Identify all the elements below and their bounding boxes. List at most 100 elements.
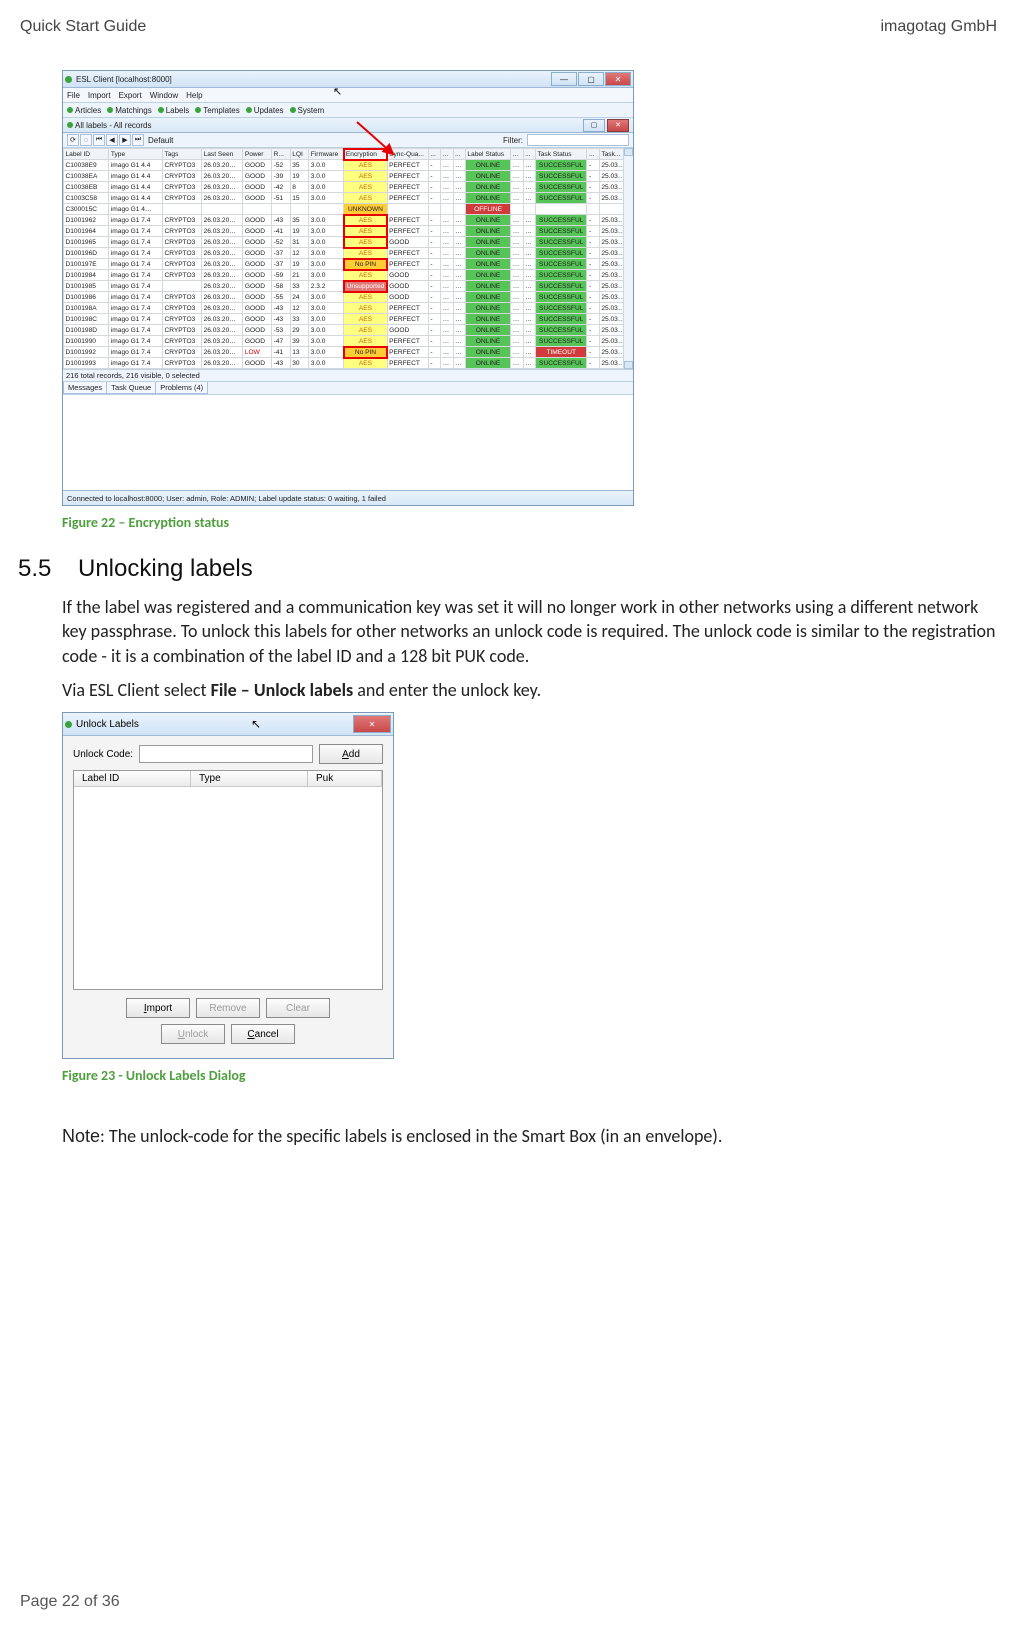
col-firmware[interactable]: Firmware bbox=[309, 149, 344, 160]
unlock-button[interactable]: Unlock bbox=[161, 1024, 225, 1044]
menu-window[interactable]: Window bbox=[150, 91, 178, 100]
unlock-code-input[interactable] bbox=[139, 745, 313, 763]
menu-file[interactable]: File bbox=[67, 91, 80, 100]
table-row[interactable]: D1001965imago G1 7.4CRYPTO326.03.20…GOOD… bbox=[64, 237, 633, 248]
dot-icon bbox=[67, 122, 73, 128]
menu-export[interactable]: Export bbox=[119, 91, 142, 100]
view-close-button[interactable]: ✕ bbox=[607, 119, 629, 132]
table-row[interactable]: D1001993imago G1 7.4CRYPTO326.03.20…GOOD… bbox=[64, 358, 633, 369]
remove-button[interactable]: Remove bbox=[196, 998, 260, 1018]
dialog-titlebar[interactable]: Unlock Labels ↖ ✕ bbox=[63, 713, 393, 736]
labels-table[interactable]: Label IDTypeTagsLast SeenPowerR...LQIFir… bbox=[63, 148, 633, 369]
table-row[interactable]: D1001985imago G1 7.426.03.20…GOOD-58332.… bbox=[64, 281, 633, 292]
status-footer: Connected to localhost:8000; User: admin… bbox=[63, 490, 633, 505]
vertical-scrollbar[interactable] bbox=[623, 148, 633, 369]
col-lqi[interactable]: LQI bbox=[290, 149, 309, 160]
text: dd bbox=[349, 749, 360, 760]
note-paragraph: Note: The unlock-code for the specific l… bbox=[62, 1124, 997, 1148]
text: and enter the unlock key. bbox=[353, 679, 541, 701]
window-titlebar[interactable]: ESL Client [localhost:8000] — ▢ ✕ bbox=[63, 71, 633, 88]
col--[interactable]: ... bbox=[587, 149, 599, 160]
nav-next-button[interactable]: ▶ bbox=[119, 134, 131, 146]
tab-articles[interactable]: Articles bbox=[67, 106, 101, 115]
filter-input[interactable] bbox=[527, 134, 629, 146]
maximize-button[interactable]: ▢ bbox=[578, 72, 604, 86]
tab-system[interactable]: System bbox=[290, 106, 325, 115]
clear-button[interactable]: Clear bbox=[266, 998, 330, 1018]
table-row[interactable]: D100198Aimago G1 7.4CRYPTO326.03.20…GOOD… bbox=[64, 303, 633, 314]
close-button[interactable]: ✕ bbox=[605, 72, 631, 86]
view-subbar: All labels - All records ▢ ✕ bbox=[63, 118, 633, 133]
table-row[interactable]: D100196Dimago G1 7.4CRYPTO326.03.20…GOOD… bbox=[64, 248, 633, 259]
view-default-label: Default bbox=[148, 136, 173, 145]
col--[interactable]: ... bbox=[441, 149, 453, 160]
text: Via ESL Client select bbox=[62, 679, 211, 701]
table-row[interactable]: C10038EBimago G1 4.4CRYPTO326.03.20…GOOD… bbox=[64, 182, 633, 193]
table-row[interactable]: C10038E9imago G1 4.4CRYPTO326.03.20…GOOD… bbox=[64, 160, 633, 171]
nav-prev-button[interactable]: ◀ bbox=[106, 134, 118, 146]
refresh-icon[interactable]: ⟳ bbox=[67, 134, 79, 146]
col-tags[interactable]: Tags bbox=[162, 149, 201, 160]
dot-icon bbox=[107, 107, 113, 113]
dialog-close-button[interactable]: ✕ bbox=[353, 715, 391, 733]
dot-icon bbox=[246, 107, 252, 113]
figure23-caption: Figure 23 - Unlock Labels Dialog bbox=[62, 1067, 997, 1084]
section-heading: 5.5 Unlocking labels bbox=[18, 555, 997, 583]
col--[interactable]: ... bbox=[428, 149, 440, 160]
col-type[interactable]: Type bbox=[109, 149, 163, 160]
message-panel bbox=[63, 394, 633, 490]
tab-messages[interactable]: Messages bbox=[63, 382, 107, 394]
cancel-button[interactable]: Cancel bbox=[231, 1024, 295, 1044]
import-button[interactable]: Import bbox=[126, 998, 190, 1018]
unlock-list[interactable]: Label ID Type Puk bbox=[73, 770, 383, 990]
table-row[interactable]: D100198Dimago G1 7.4CRYPTO326.03.20…GOOD… bbox=[64, 325, 633, 336]
tab-matchings[interactable]: Matchings bbox=[107, 106, 151, 115]
table-row[interactable]: D1001964imago G1 7.4CRYPTO326.03.20…GOOD… bbox=[64, 226, 633, 237]
tab-labels[interactable]: Labels bbox=[158, 106, 190, 115]
col-last-seen[interactable]: Last Seen bbox=[202, 149, 243, 160]
col-type[interactable]: Type bbox=[191, 771, 308, 786]
select-icon[interactable]: ◌ bbox=[80, 134, 92, 146]
add-button[interactable]: Add bbox=[319, 744, 383, 764]
tab-problems[interactable]: Problems (4) bbox=[155, 382, 208, 394]
view-restore-button[interactable]: ▢ bbox=[583, 119, 605, 132]
dot-icon bbox=[195, 107, 201, 113]
menu-import[interactable]: Import bbox=[88, 91, 111, 100]
highlight-arrow-icon bbox=[353, 118, 403, 162]
app-dot-icon bbox=[65, 721, 72, 728]
table-row[interactable]: C300015Cimago G1 4…UNKNOWNOFFLINE bbox=[64, 204, 633, 215]
section-title: Unlocking labels bbox=[78, 555, 253, 583]
table-row[interactable]: D1001962imago G1 7.4CRYPTO326.03.20…GOOD… bbox=[64, 215, 633, 226]
tab-templates[interactable]: Templates bbox=[195, 106, 239, 115]
col--[interactable]: ... bbox=[511, 149, 523, 160]
note-label: Note bbox=[62, 1126, 100, 1146]
paragraph-2: Via ESL Client select File – Unlock labe… bbox=[62, 678, 997, 702]
table-row[interactable]: D100198Cimago G1 7.4CRYPTO326.03.20…GOOD… bbox=[64, 314, 633, 325]
window-title: ESL Client [localhost:8000] bbox=[76, 75, 551, 84]
col-label-status[interactable]: Label Status bbox=[465, 149, 510, 160]
nav-first-button[interactable]: ⏮ bbox=[93, 134, 105, 146]
col-label-id[interactable]: Label ID bbox=[64, 149, 109, 160]
filter-label: Filter: bbox=[503, 136, 523, 145]
menu-help[interactable]: Help bbox=[186, 91, 202, 100]
table-row[interactable]: D1001984imago G1 7.4CRYPTO326.03.20…GOOD… bbox=[64, 270, 633, 281]
nav-last-button[interactable]: ⏭ bbox=[132, 134, 144, 146]
table-row[interactable]: D100197Eimago G1 7.4CRYPTO326.03.20…GOOD… bbox=[64, 259, 633, 270]
table-row[interactable]: D1001990imago G1 7.4CRYPTO326.03.20…GOOD… bbox=[64, 336, 633, 347]
filter-bar: ⟳ ◌ ⏮ ◀ ▶ ⏭ Default Filter: bbox=[63, 133, 633, 148]
col--[interactable]: ... bbox=[453, 149, 465, 160]
table-row[interactable]: D1001986imago G1 7.4CRYPTO326.03.20…GOOD… bbox=[64, 292, 633, 303]
table-wrap: Label IDTypeTagsLast SeenPowerR...LQIFir… bbox=[63, 148, 633, 369]
minimize-button[interactable]: — bbox=[551, 72, 577, 86]
tab-updates[interactable]: Updates bbox=[246, 106, 284, 115]
col-task-status[interactable]: Task Status bbox=[535, 149, 587, 160]
col-r-[interactable]: R... bbox=[272, 149, 291, 160]
table-row[interactable]: D1001992imago G1 7.4CRYPTO326.03.20…LOW-… bbox=[64, 347, 633, 358]
tab-taskqueue[interactable]: Task Queue bbox=[106, 382, 156, 394]
col-label-id[interactable]: Label ID bbox=[74, 771, 191, 786]
table-row[interactable]: C1003C58imago G1 4.4CRYPTO326.03.20…GOOD… bbox=[64, 193, 633, 204]
table-row[interactable]: C10038EAimago G1 4.4CRYPTO326.03.20…GOOD… bbox=[64, 171, 633, 182]
col--[interactable]: ... bbox=[523, 149, 535, 160]
col-power[interactable]: Power bbox=[243, 149, 272, 160]
col-puk[interactable]: Puk bbox=[308, 771, 382, 786]
